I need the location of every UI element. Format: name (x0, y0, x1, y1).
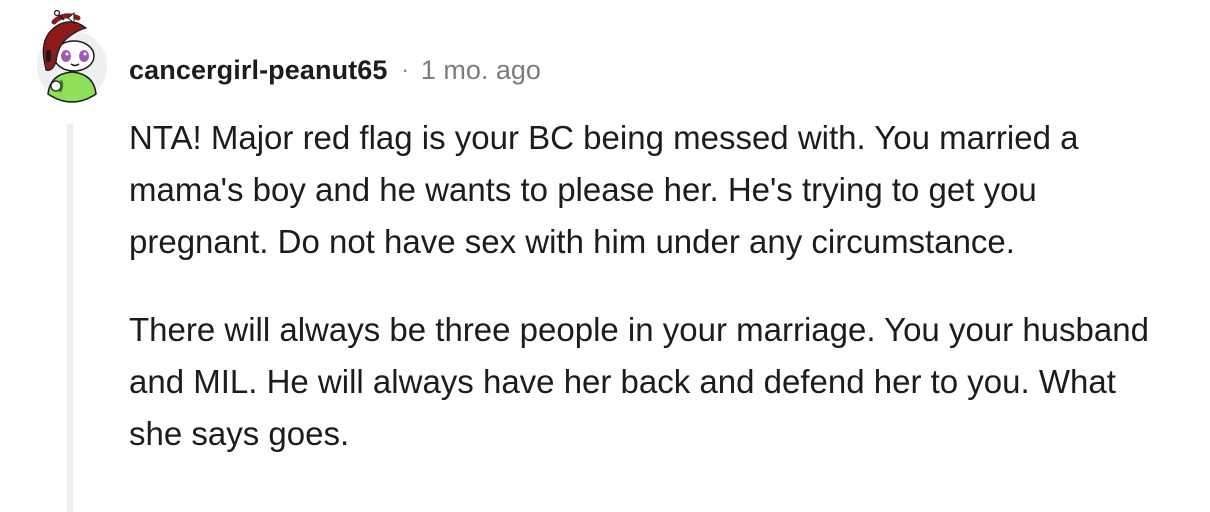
comment-paragraph: NTA! Major red flag is your BC being mes… (129, 119, 1079, 260)
comment-timestamp[interactable]: 1 mo. ago (421, 55, 541, 86)
snoo-avatar-icon (37, 9, 107, 103)
comment: cancergirl-peanut65 · 1 mo. ago NTA! Maj… (0, 0, 1210, 512)
meta-separator: · (401, 57, 409, 82)
thread-collapse-line[interactable] (67, 124, 73, 512)
user-avatar[interactable] (34, 9, 110, 104)
comment-paragraph: There will always be three people in you… (129, 311, 1149, 452)
comment-meta: cancergirl-peanut65 · 1 mo. ago (129, 52, 541, 88)
comment-body: NTA! Major red flag is your BC being mes… (129, 112, 1169, 460)
author-username[interactable]: cancergirl-peanut65 (129, 55, 388, 86)
